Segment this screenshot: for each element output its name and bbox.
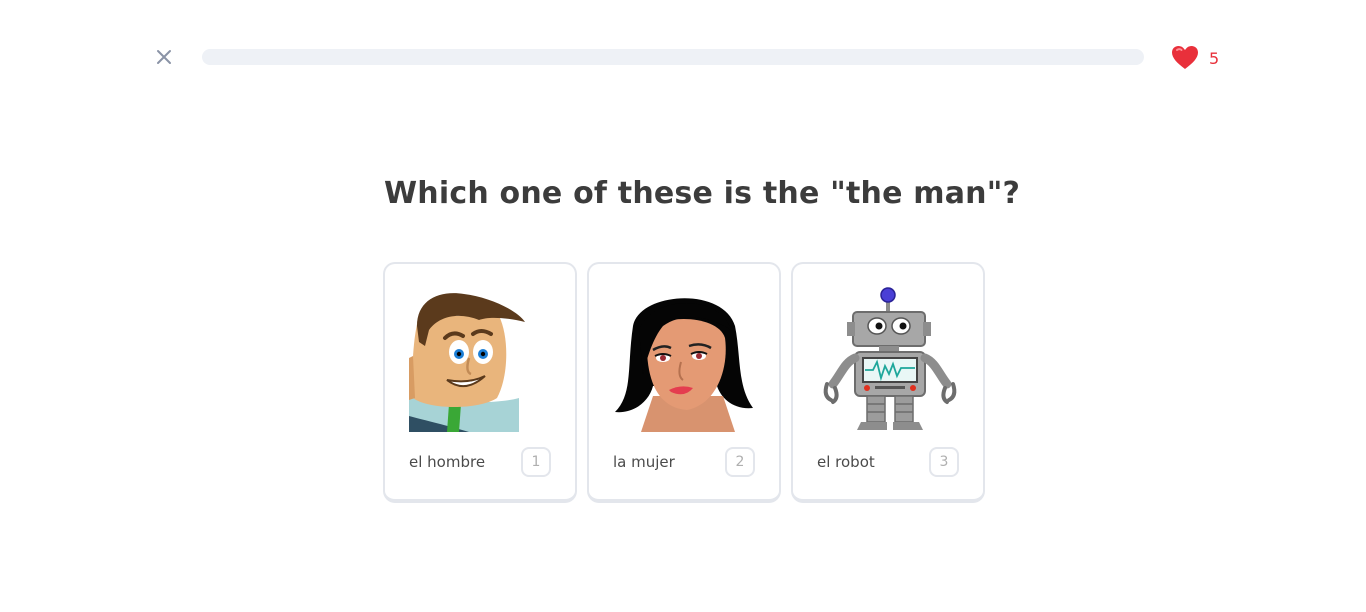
lesson-progress-bar (202, 49, 1144, 65)
option-card-el-robot[interactable]: el robot 3 (791, 262, 985, 503)
woman-illustration (615, 298, 753, 432)
option-key-badge: 1 (521, 447, 551, 477)
option-label: el robot (817, 453, 875, 471)
hearts-counter[interactable]: 5 (1171, 43, 1219, 73)
option-card-la-mujer[interactable]: la mujer 2 (587, 262, 781, 503)
close-button[interactable] (150, 43, 178, 71)
option-card-el-hombre[interactable]: el hombre 1 (383, 262, 577, 503)
man-illustration (409, 293, 525, 432)
heart-icon (1172, 46, 1198, 69)
option-key-badge: 2 (725, 447, 755, 477)
hearts-count: 5 (1209, 48, 1220, 68)
robot-illustration (823, 287, 957, 430)
option-label: la mujer (613, 453, 675, 471)
question-title: Which one of these is the "the man"? (384, 176, 1021, 211)
option-key-badge: 3 (929, 447, 959, 477)
answer-options: el hombre 1 la mujer 2 el robot 3 (383, 262, 985, 503)
close-icon (157, 50, 171, 64)
lesson-header: 5 (0, 0, 1366, 112)
option-label: el hombre (409, 453, 486, 471)
